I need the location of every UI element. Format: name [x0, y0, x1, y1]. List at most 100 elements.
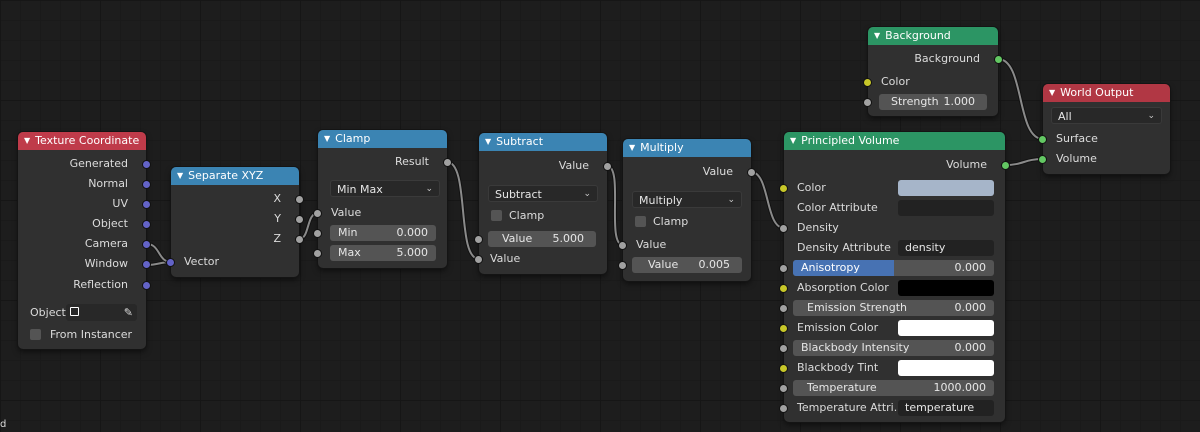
socket-emission-color[interactable]	[779, 324, 788, 333]
node-header[interactable]: ▼ Texture Coordinate	[18, 132, 146, 150]
socket-vector[interactable]	[166, 258, 175, 267]
socket-blackbody-tint[interactable]	[779, 364, 788, 373]
socket-value[interactable]	[313, 209, 322, 218]
collapse-arrow-icon[interactable]: ▼	[1049, 88, 1055, 97]
input-temperature: Temperature 1000.000	[779, 379, 1005, 397]
socket-min[interactable]	[313, 229, 322, 238]
socket-temperature[interactable]	[779, 384, 788, 393]
node-title: Background	[885, 29, 951, 42]
eyedropper-icon[interactable]: ✎	[124, 304, 133, 322]
blackbody-tint-swatch[interactable]	[898, 360, 994, 376]
socket-object[interactable]	[142, 220, 151, 229]
node-header[interactable]: ▼ Clamp	[318, 130, 447, 148]
node-header[interactable]: ▼ World Output	[1043, 84, 1170, 102]
collapse-arrow-icon[interactable]: ▼	[485, 137, 491, 146]
max-field[interactable]: Max 5.000	[330, 245, 436, 261]
anisotropy-slider[interactable]: Anisotropy 0.000	[793, 260, 994, 276]
from-instancer-checkbox[interactable]	[30, 329, 41, 340]
node-header[interactable]: ▼ Subtract	[479, 133, 607, 151]
clamp-type-dropdown[interactable]: Min Max ⌄	[330, 180, 440, 197]
socket-window[interactable]	[142, 260, 151, 269]
socket-camera[interactable]	[142, 240, 151, 249]
emission-strength-field[interactable]: Emission Strength 0.000	[793, 300, 994, 316]
world-output-node[interactable]: ▼ World Output All ⌄ Surface Volume	[1038, 84, 1170, 174]
socket-blackbody-intensity[interactable]	[779, 344, 788, 353]
socket-x[interactable]	[295, 195, 304, 204]
collapse-arrow-icon[interactable]: ▼	[874, 31, 880, 40]
output-volume: Volume	[784, 156, 1010, 174]
value-1-field[interactable]: Value 5.000	[488, 231, 596, 247]
multiply-node[interactable]: ▼ Multiply Value Multiply ⌄ Clamp Value Va…	[618, 139, 756, 281]
clamp-row[interactable]: Clamp	[623, 213, 751, 231]
input-volume: Volume	[1038, 150, 1170, 168]
socket-density[interactable]	[779, 224, 788, 233]
socket-surface[interactable]	[1038, 135, 1047, 144]
socket-volume[interactable]	[1038, 155, 1047, 164]
clamp-checkbox[interactable]	[491, 210, 502, 221]
socket-normal[interactable]	[142, 180, 151, 189]
chevron-down-icon: ⌄	[425, 184, 433, 194]
principled-volume-node[interactable]: ▼ Principled Volume Volume Color Color At…	[779, 132, 1010, 422]
socket-y[interactable]	[295, 215, 304, 224]
temperature-field[interactable]: Temperature 1000.000	[793, 380, 994, 396]
clamp-checkbox[interactable]	[635, 216, 646, 227]
value-2-field[interactable]: Value 0.005	[632, 257, 742, 273]
socket-reflection[interactable]	[142, 281, 151, 290]
socket-generated[interactable]	[142, 160, 151, 169]
clamp-row[interactable]: Clamp	[479, 207, 607, 225]
collapse-arrow-icon[interactable]: ▼	[177, 171, 183, 180]
node-header[interactable]: ▼ Separate XYZ	[171, 167, 299, 185]
input-value-2: Value 0.005	[618, 256, 751, 274]
density-attribute-field[interactable]: density	[898, 240, 994, 256]
collapse-arrow-icon[interactable]: ▼	[24, 136, 30, 145]
socket-background-out[interactable]	[994, 55, 1003, 64]
blackbody-intensity-field[interactable]: Blackbody Intensity 0.000	[793, 340, 994, 356]
clamp-node[interactable]: ▼ Clamp Result Min Max ⌄ Value Min 0.000 Ma…	[313, 130, 452, 268]
input-color: Color	[779, 179, 1005, 197]
operation-dropdown[interactable]: Multiply ⌄	[632, 191, 742, 208]
node-header[interactable]: ▼ Multiply	[623, 139, 751, 157]
object-picker-field[interactable]: ✎	[66, 304, 137, 321]
node-header[interactable]: ▼ Background	[868, 27, 998, 45]
input-color-attribute: Color Attribute	[784, 199, 1005, 217]
input-temperature-attribute: Temperature Attri... temperature	[779, 399, 1005, 417]
min-field[interactable]: Min 0.000	[330, 225, 436, 241]
socket-value-2[interactable]	[618, 261, 627, 270]
socket-value-out[interactable]	[747, 168, 756, 177]
texture-coordinate-node[interactable]: ▼ Texture Coordinate Generated Normal UV …	[18, 132, 151, 349]
separate-xyz-node[interactable]: ▼ Separate XYZ X Y Z Vector	[166, 167, 304, 277]
collapse-arrow-icon[interactable]: ▼	[790, 136, 796, 145]
strength-field[interactable]: Strength 1.000	[879, 94, 987, 110]
socket-value-1[interactable]	[474, 235, 483, 244]
corner-text: d	[0, 419, 7, 430]
socket-anisotropy[interactable]	[779, 264, 788, 273]
socket-strength[interactable]	[863, 98, 872, 107]
temperature-attribute-field[interactable]: temperature	[898, 400, 994, 416]
socket-temperature-attribute[interactable]	[779, 404, 788, 413]
from-instancer-row[interactable]: From Instancer	[18, 326, 146, 344]
collapse-arrow-icon[interactable]: ▼	[629, 143, 635, 152]
node-header[interactable]: ▼ Principled Volume	[784, 132, 1005, 150]
socket-volume-out[interactable]	[1001, 161, 1010, 170]
collapse-arrow-icon[interactable]: ▼	[324, 134, 330, 143]
emission-color-swatch[interactable]	[898, 320, 994, 336]
socket-color[interactable]	[863, 78, 872, 87]
background-node[interactable]: ▼ Background Background Color Strength 1.0…	[863, 27, 1003, 116]
socket-result[interactable]	[443, 158, 452, 167]
socket-value-2[interactable]	[474, 255, 483, 264]
color-swatch[interactable]	[898, 180, 994, 196]
socket-value-1[interactable]	[618, 241, 627, 250]
subtract-node[interactable]: ▼ Subtract Value Subtract ⌄ Clamp Value 5.0…	[474, 133, 612, 274]
socket-color[interactable]	[779, 184, 788, 193]
socket-value-out[interactable]	[603, 162, 612, 171]
socket-z[interactable]	[295, 235, 304, 244]
operation-dropdown[interactable]: Subtract ⌄	[488, 185, 598, 202]
socket-max[interactable]	[313, 249, 322, 258]
socket-uv[interactable]	[142, 200, 151, 209]
color-attribute-field[interactable]	[898, 200, 994, 216]
absorption-color-swatch[interactable]	[898, 280, 994, 296]
target-dropdown[interactable]: All ⌄	[1051, 107, 1162, 124]
input-max: Max 5.000	[313, 244, 447, 262]
socket-absorption-color[interactable]	[779, 284, 788, 293]
socket-emission-strength[interactable]	[779, 304, 788, 313]
